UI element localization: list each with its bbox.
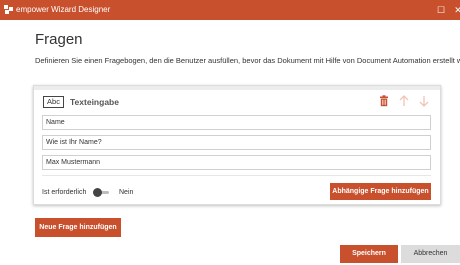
maximize-button[interactable]: ☐ <box>434 0 448 20</box>
card-top-border <box>34 86 440 90</box>
question-type-label: Texteingabe <box>70 97 119 107</box>
move-up-icon[interactable] <box>397 94 411 108</box>
required-toggle[interactable] <box>93 188 110 197</box>
add-dependent-question-button[interactable]: Abhängige Frage hinzufügen <box>330 183 431 200</box>
question-text-field[interactable]: Wie ist Ihr Name? <box>42 135 431 150</box>
title-bar: empower Wizard Designer ☐ ✕ <box>0 0 460 20</box>
card-divider <box>42 175 431 176</box>
default-value-field[interactable]: Max Mustermann <box>42 155 431 170</box>
save-button[interactable]: Speichern <box>340 245 398 263</box>
cancel-button[interactable]: Abbrechen <box>401 245 460 263</box>
move-down-icon[interactable] <box>417 94 431 108</box>
required-label: Ist erforderlich <box>42 189 87 196</box>
page-description: Definieren Sie einen Fragebogen, den die… <box>35 56 460 65</box>
close-button[interactable]: ✕ <box>451 0 460 20</box>
window-title: empower Wizard Designer <box>16 5 111 14</box>
question-card: Abc Texteingabe Name Wie ist Ihr Name? M… <box>33 85 441 205</box>
add-question-button[interactable]: Neue Frage hinzufügen <box>35 218 121 237</box>
toggle-knob <box>93 188 102 197</box>
text-input-type-icon: Abc <box>43 96 64 108</box>
question-name-field[interactable]: Name <box>42 115 431 130</box>
required-state-label: Nein <box>119 189 134 196</box>
app-icon <box>4 5 13 14</box>
page-title: Fragen <box>35 31 83 48</box>
delete-icon[interactable] <box>377 94 391 108</box>
